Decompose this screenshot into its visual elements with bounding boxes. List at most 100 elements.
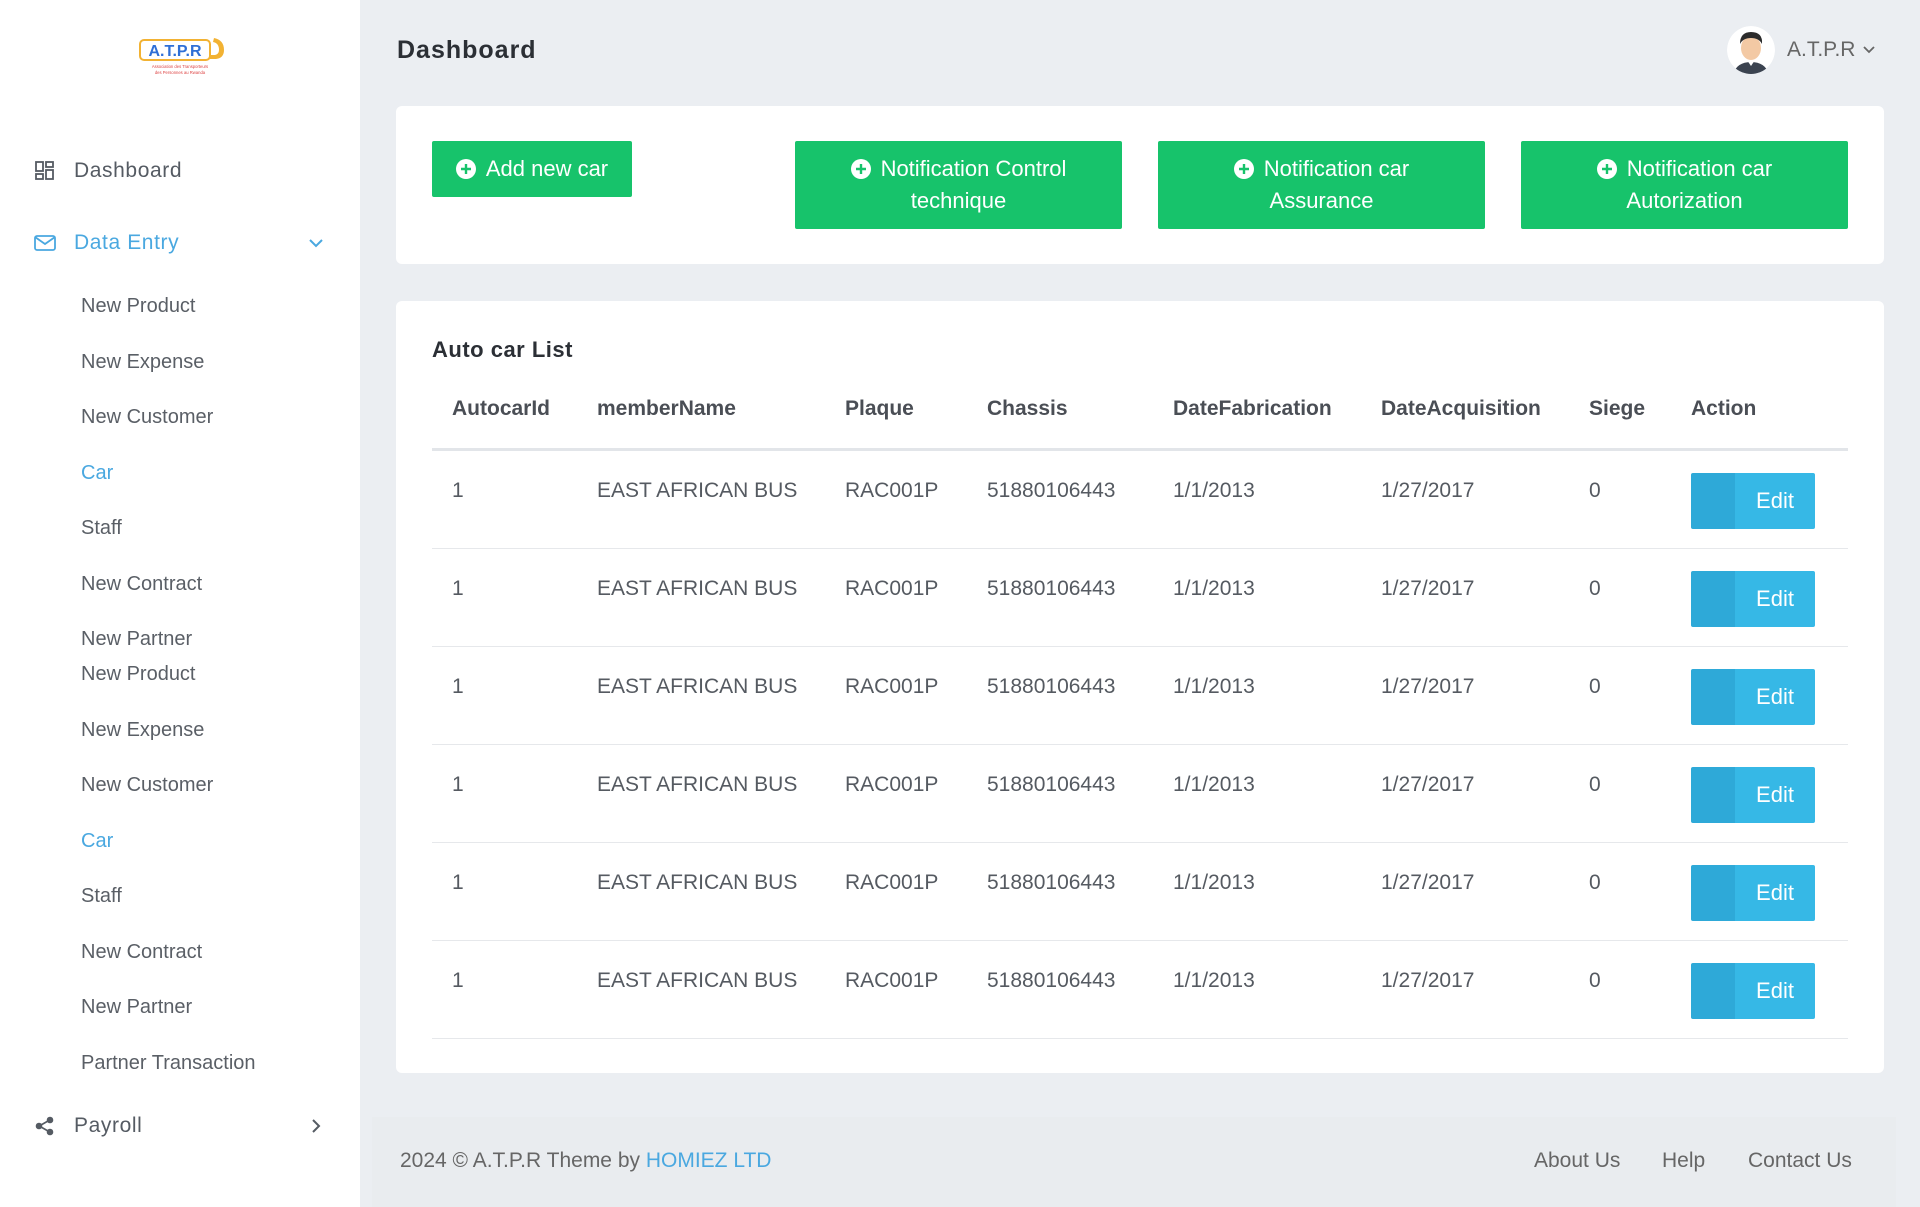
table-row: 1 EAST AFRICAN BUS RAC001P 51880106443 1/1/2… (432, 745, 1848, 843)
sidebar-item-payroll[interactable]: Payroll (34, 1106, 142, 1146)
edit-button[interactable]: Edit (1691, 865, 1815, 921)
chassis-cell: 51880106443 (987, 969, 1116, 992)
autocar-id-cell: 1 (452, 773, 464, 796)
sidebar-sub-car[interactable]: Car (81, 461, 113, 485)
plaque-cell: RAC001P (845, 969, 939, 992)
notification-assurance-button[interactable]: Notification car Assurance (1158, 141, 1485, 229)
edit-button[interactable]: Edit (1691, 473, 1815, 529)
footer-copyright: 2024 © A.T.P.R Theme by HOMIEZ LTD (400, 1149, 771, 1173)
car-list-title: Auto car List (432, 337, 573, 362)
chassis-cell: 51880106443 (987, 577, 1116, 600)
column-header[interactable]: Siege (1589, 397, 1645, 421)
sidebar-sub-new-partner[interactable]: New Partner (81, 995, 192, 1019)
sidebar: A.T.P.R Association des Transporteurs de… (0, 0, 360, 1207)
notification-control-button[interactable]: Notification Control technique (795, 141, 1122, 229)
sidebar-sub-new-contract[interactable]: New Contract (81, 572, 202, 596)
copyright-text: 2024 © A.T.P.R Theme by (400, 1149, 646, 1172)
siege-cell: 0 (1589, 871, 1601, 894)
siege-cell: 0 (1589, 969, 1601, 992)
date-fabrication-cell: 1/1/2013 (1173, 969, 1255, 992)
button-label-line2: Assurance (1269, 188, 1374, 213)
siege-cell: 0 (1589, 479, 1601, 502)
column-header[interactable]: DateFabrication (1173, 397, 1332, 421)
edit-button[interactable]: Edit (1691, 767, 1815, 823)
notification-autorization-button[interactable]: Notification car Autorization (1521, 141, 1848, 229)
date-fabrication-cell: 1/1/2013 (1173, 479, 1255, 502)
column-header[interactable]: memberName (597, 397, 736, 421)
column-header[interactable]: DateAcquisition (1381, 397, 1541, 421)
chevron-right-icon[interactable] (306, 1116, 326, 1136)
edit-button[interactable]: Edit (1691, 963, 1815, 1019)
sidebar-item-label: Dashboard (74, 159, 183, 182)
siege-cell: 0 (1589, 773, 1601, 796)
sidebar-item-data-entry[interactable]: Data Entry (34, 223, 179, 263)
plus-circle-icon (1596, 159, 1617, 179)
sidebar-sub-car[interactable]: Car (81, 829, 113, 853)
table-row: 1 EAST AFRICAN BUS RAC001P 51880106443 1/1/2… (432, 549, 1848, 647)
help-link[interactable]: Help (1662, 1149, 1705, 1173)
car-list-card: Auto car List AutocarId memberName Plaqu… (396, 301, 1884, 1073)
plaque-cell: RAC001P (845, 577, 939, 600)
chassis-cell: 51880106443 (987, 479, 1116, 502)
member-name-cell: EAST AFRICAN BUS (597, 479, 798, 502)
autocar-id-cell: 1 (452, 675, 464, 698)
table-row: 1 EAST AFRICAN BUS RAC001P 51880106443 1/1/2… (432, 647, 1848, 745)
about-us-link[interactable]: About Us (1534, 1149, 1620, 1173)
column-header[interactable]: Plaque (845, 397, 914, 421)
svg-text:Association des Transporteurs: Association des Transporteurs (152, 64, 208, 69)
plus-circle-icon (1233, 159, 1254, 179)
plaque-cell: RAC001P (845, 675, 939, 698)
sidebar-sub-new-customer[interactable]: New Customer (81, 773, 213, 797)
sidebar-sub-new-product[interactable]: New Product (81, 662, 196, 686)
sidebar-sub-new-customer[interactable]: New Customer (81, 405, 213, 429)
chassis-cell: 51880106443 (987, 871, 1116, 894)
sidebar-item-label: Payroll (74, 1114, 143, 1137)
table-row: 1 EAST AFRICAN BUS RAC001P 51880106443 1/1/2… (432, 451, 1848, 549)
contact-us-link[interactable]: Contact Us (1748, 1149, 1852, 1173)
sidebar-item-dashboard[interactable]: Dashboard (34, 151, 182, 191)
sidebar-sub-partner-transaction[interactable]: Partner Transaction (81, 1051, 256, 1075)
actions-card: Add new car Notification Control techniq… (396, 106, 1884, 264)
siege-cell: 0 (1589, 675, 1601, 698)
date-fabrication-cell: 1/1/2013 (1173, 773, 1255, 796)
chevron-down-icon (1863, 41, 1876, 59)
app-logo[interactable]: A.T.P.R Association des Transporteurs de… (130, 32, 230, 80)
autocar-id-cell: 1 (452, 577, 464, 600)
add-car-label: Add new car (485, 156, 609, 181)
share-icon (34, 1115, 56, 1137)
mail-icon (34, 232, 56, 254)
sidebar-sub-staff[interactable]: Staff (81, 884, 122, 908)
button-label-line2: Autorization (1626, 188, 1743, 213)
sidebar-sub-new-expense[interactable]: New Expense (81, 718, 204, 742)
homiez-link[interactable]: HOMIEZ LTD (646, 1149, 772, 1172)
edit-button[interactable]: Edit (1691, 571, 1815, 627)
column-header[interactable]: AutocarId (452, 397, 550, 421)
column-header[interactable]: Action (1691, 397, 1756, 421)
add-car-button[interactable]: Add new car (432, 141, 632, 197)
user-name: A.T.P.R (1787, 38, 1856, 61)
date-acquisition-cell: 1/27/2017 (1381, 773, 1475, 796)
plaque-cell: RAC001P (845, 479, 939, 502)
user-menu[interactable]: A.T.P.R (1727, 26, 1876, 74)
member-name-cell: EAST AFRICAN BUS (597, 773, 798, 796)
date-fabrication-cell: 1/1/2013 (1173, 675, 1255, 698)
member-name-cell: EAST AFRICAN BUS (597, 871, 798, 894)
sidebar-sub-new-partner[interactable]: New Partner (81, 627, 192, 651)
sidebar-sub-new-expense[interactable]: New Expense (81, 350, 204, 374)
table-row: 1 EAST AFRICAN BUS RAC001P 51880106443 1/1/2… (432, 843, 1848, 941)
avatar (1727, 26, 1775, 74)
sidebar-sub-new-product[interactable]: New Product (81, 294, 196, 318)
svg-text:A.T.P.R: A.T.P.R (148, 43, 202, 60)
autocar-id-cell: 1 (452, 969, 464, 992)
member-name-cell: EAST AFRICAN BUS (597, 675, 798, 698)
edit-button[interactable]: Edit (1691, 669, 1815, 725)
column-header[interactable]: Chassis (987, 397, 1068, 421)
sidebar-sub-new-contract[interactable]: New Contract (81, 940, 202, 964)
sidebar-sub-staff[interactable]: Staff (81, 516, 122, 540)
plaque-cell: RAC001P (845, 871, 939, 894)
member-name-cell: EAST AFRICAN BUS (597, 577, 798, 600)
chassis-cell: 51880106443 (987, 773, 1116, 796)
chevron-down-icon[interactable] (306, 233, 326, 253)
member-name-cell: EAST AFRICAN BUS (597, 969, 798, 992)
button-label-line1: Notification car (1626, 156, 1773, 181)
